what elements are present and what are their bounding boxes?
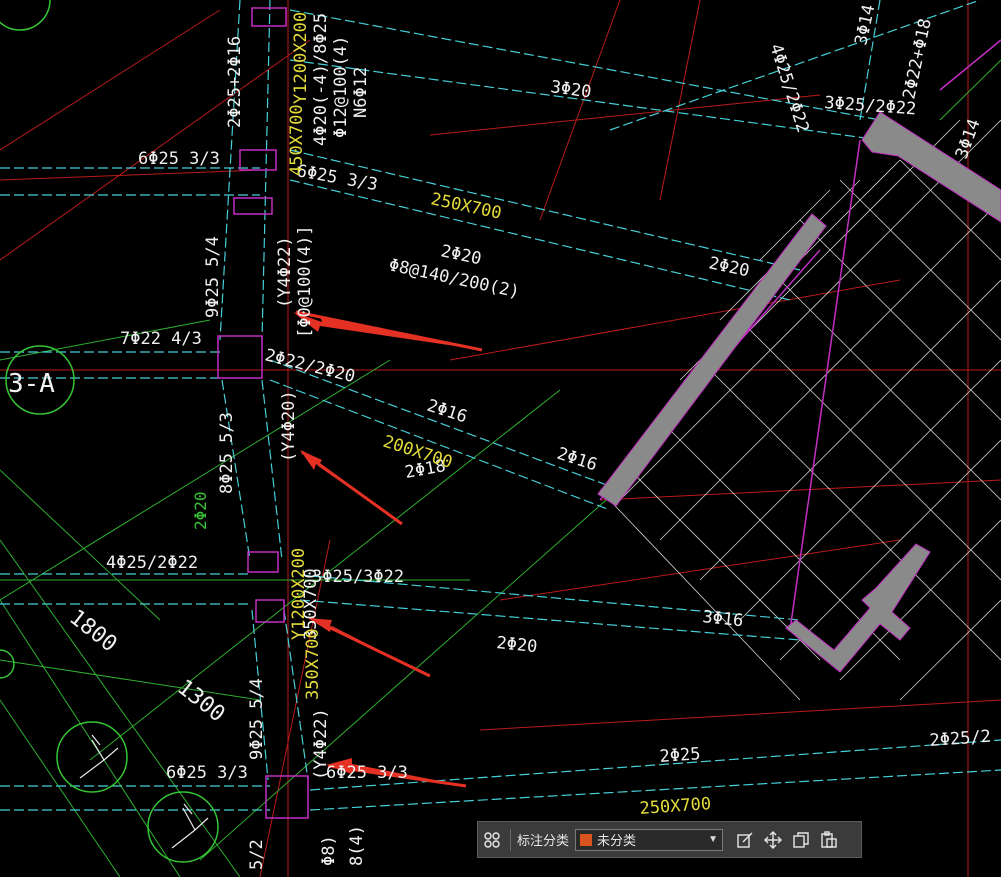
section-label: Y1200X200 [291,12,311,104]
rebar-label: 8(4) [347,825,367,866]
rebar-label: 2Φ25+2Φ16 [225,36,245,128]
edit-icon[interactable] [731,826,759,854]
rebar-label: 2Φ20 [495,633,538,657]
cad-drawing-canvas[interactable]: 3-A 2Φ25+2Φ16 4Φ20(-4)/8Φ25 Φ12@100(4) N… [0,0,1001,877]
category-color-swatch [580,833,593,846]
axis-label: 3-A [8,369,55,399]
rebar-label: 5/2 [247,839,267,870]
section-label: Y1200X200 [289,548,309,640]
green-rebar-label: 2Φ20 [191,491,210,530]
rebar-label: (Y4Φ22) [275,236,295,308]
section-label: 350X700 [303,628,323,700]
copy-icon[interactable] [787,826,815,854]
rebar-label: 4Φ20(-4)/8Φ25 [311,13,331,146]
rebar-label: 9Φ25 5/4 [203,236,223,318]
rebar-label: 2Φ25/2 [929,727,992,751]
category-label: 标注分类 [517,833,570,848]
rebar-label: 9Φ25 5/4 [247,678,267,760]
rebar-label: N6Φ12 [351,67,371,118]
section-label: 450X700 [287,104,307,176]
rebar-label: Φ8) [319,835,339,866]
category-value: 未分类 [597,833,637,848]
chevron-down-icon: ▼ [708,834,719,845]
grid-apps-icon[interactable] [478,826,506,854]
rebar-label: 2Φ25 [659,744,701,767]
rebar-label: 4Φ25/2Φ22 [106,553,198,573]
rebar-label: [Φ0@100(4)] [295,225,315,338]
paste-icon[interactable] [815,826,843,854]
rebar-label: 7Φ22 4/3 [120,329,202,349]
annotation-toolbar: 标注分类 未分类 ▼ [477,821,862,858]
rebar-label: (Y4Φ20) [279,390,299,462]
rebar-label: 6Φ25 3/3 [326,763,408,783]
category-select[interactable]: 未分类 ▼ [575,828,724,851]
rebar-label: 6Φ25 3/3 [166,763,248,783]
move-icon[interactable] [759,826,787,854]
rebar-label: Φ12@100(4) [331,36,351,138]
rebar-label: 3Φ25/3Φ22 [312,567,404,587]
toolbar-divider [510,828,511,851]
rebar-label: 3Φ16 [701,607,744,631]
rebar-label: 6Φ25 3/3 [138,149,220,169]
rebar-label: 8Φ25 5/3 [217,412,237,494]
